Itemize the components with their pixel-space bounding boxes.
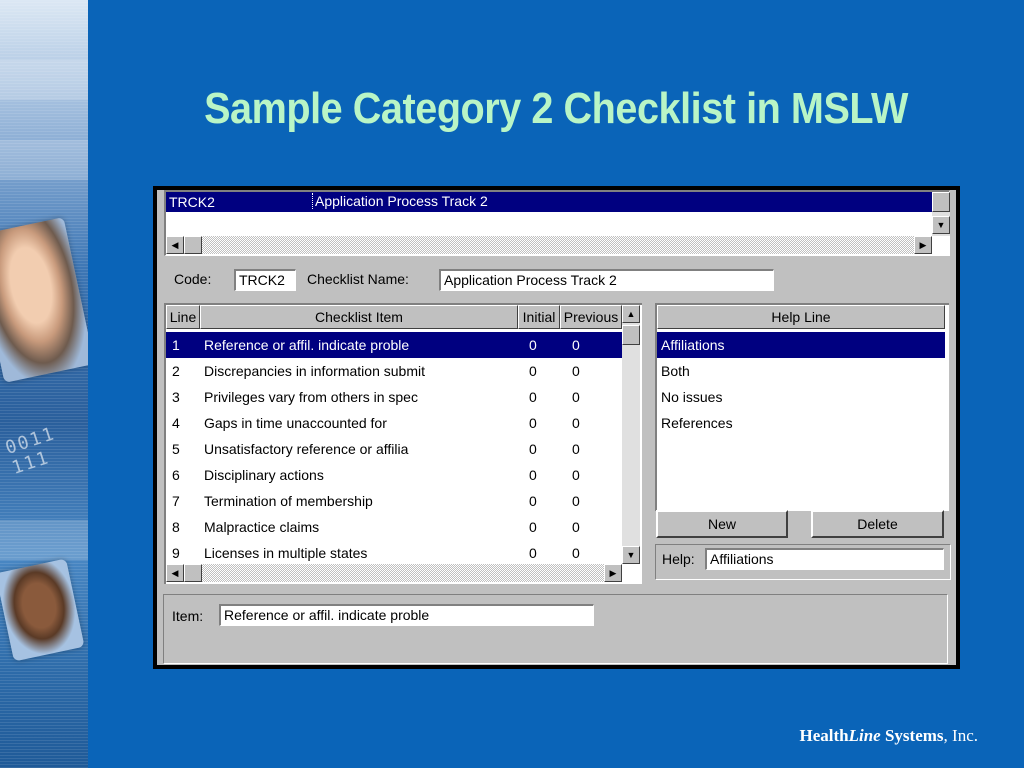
table-row[interactable]: 2 Discrepancies in information submit 0 …	[166, 358, 622, 384]
item-cell: Termination of membership	[204, 493, 373, 509]
item-input[interactable]: Reference or affil. indicate proble	[219, 604, 594, 626]
checklist-code-cell: TRCK2	[169, 194, 215, 210]
scroll-left-icon[interactable]: ◀	[166, 564, 184, 582]
initial-cell: 0	[529, 415, 537, 431]
grid-vertical-scrollbar[interactable]: ▲ ▼	[622, 305, 640, 564]
checklist-name-cell: Application Process Track 2	[312, 193, 488, 209]
line-cell: 9	[172, 545, 180, 561]
previous-cell: 0	[572, 337, 580, 353]
scroll-down-icon[interactable]: ▼	[622, 546, 640, 564]
help-input[interactable]: Affiliations	[705, 548, 944, 570]
list-item[interactable]: No issues	[657, 384, 945, 410]
item-cell: Disciplinary actions	[204, 467, 324, 483]
decorative-photo-strip: 0011 111	[0, 0, 88, 768]
list-item[interactable]: Affiliations	[657, 332, 945, 358]
top-list-scroll-thumb[interactable]	[932, 192, 950, 212]
code-input[interactable]: TRCK2	[234, 269, 296, 291]
initial-cell: 0	[529, 545, 537, 561]
help-item-label: Affiliations	[661, 337, 725, 353]
checklist-items-grid[interactable]: Line Checklist Item Initial Previous 1 R…	[164, 303, 642, 584]
item-cell: Gaps in time unaccounted for	[204, 415, 387, 431]
item-cell: Privileges vary from others in spec	[204, 389, 418, 405]
slide-title: Sample Category 2 Checklist in MSLW	[204, 84, 908, 133]
initial-cell: 0	[529, 519, 537, 535]
item-cell: Discrepancies in information submit	[204, 363, 425, 379]
checklist-name-label: Checklist Name:	[307, 271, 409, 287]
initial-cell: 0	[529, 363, 537, 379]
scroll-down-icon[interactable]: ▼	[932, 216, 950, 234]
scroll-right-icon[interactable]: ▶	[604, 564, 622, 582]
help-item-label: No issues	[661, 389, 723, 405]
new-button[interactable]: New	[656, 510, 788, 538]
brand-health: Health	[799, 726, 849, 745]
line-cell: 5	[172, 441, 180, 457]
help-line-list[interactable]: Help Line Affiliations Both No issues Re…	[655, 303, 949, 511]
table-row[interactable]: 7 Termination of membership 0 0	[166, 488, 622, 514]
table-row[interactable]: 5 Unsatisfactory reference or affilia 0 …	[166, 436, 622, 462]
item-cell: Malpractice claims	[204, 519, 320, 535]
checklist-name-input[interactable]: Application Process Track 2	[439, 269, 774, 291]
column-header-initial[interactable]: Initial	[518, 305, 560, 329]
previous-cell: 0	[572, 415, 580, 431]
line-cell: 7	[172, 493, 180, 509]
help-item-label: References	[661, 415, 733, 431]
previous-cell: 0	[572, 441, 580, 457]
checklist-list-selected-row[interactable]: TRCK2 Application Process Track 2	[166, 192, 932, 212]
delete-button[interactable]: Delete	[811, 510, 944, 538]
previous-cell: 0	[572, 389, 580, 405]
top-list-hscroll-thumb[interactable]	[184, 236, 202, 254]
line-cell: 2	[172, 363, 180, 379]
top-list-vertical-scrollbar[interactable]: ▼	[932, 192, 950, 236]
initial-cell: 0	[529, 441, 537, 457]
table-row[interactable]: 9 Licenses in multiple states 0 0	[166, 540, 622, 566]
table-row[interactable]: 1 Reference or affil. indicate proble 0 …	[166, 332, 622, 358]
column-header-help-line[interactable]: Help Line	[657, 305, 945, 329]
column-header-line[interactable]: Line	[166, 305, 200, 329]
checklist-list[interactable]: TRCK2 Application Process Track 2 ▼ ◀ ▶	[164, 190, 950, 256]
company-footer: HealthLine Systems, Inc.	[800, 726, 979, 746]
grid-horizontal-scrollbar[interactable]: ◀ ▶	[166, 564, 622, 582]
line-cell: 3	[172, 389, 180, 405]
scroll-up-icon[interactable]: ▲	[622, 305, 640, 323]
previous-cell: 0	[572, 467, 580, 483]
table-row[interactable]: 3 Privileges vary from others in spec 0 …	[166, 384, 622, 410]
code-label: Code:	[174, 271, 212, 287]
brand-systems: Systems	[880, 726, 944, 745]
line-cell: 4	[172, 415, 180, 431]
initial-cell: 0	[529, 493, 537, 509]
table-row[interactable]: 8 Malpractice claims 0 0	[166, 514, 622, 540]
previous-cell: 0	[572, 363, 580, 379]
scroll-right-icon[interactable]: ▶	[914, 236, 932, 254]
line-cell: 8	[172, 519, 180, 535]
help-item-label: Both	[661, 363, 690, 379]
initial-cell: 0	[529, 467, 537, 483]
previous-cell: 0	[572, 545, 580, 561]
initial-cell: 0	[529, 337, 537, 353]
initial-cell: 0	[529, 389, 537, 405]
line-cell: 1	[172, 337, 180, 353]
table-row[interactable]: 4 Gaps in time unaccounted for 0 0	[166, 410, 622, 436]
item-cell: Licenses in multiple states	[204, 545, 368, 561]
column-header-checklist-item[interactable]: Checklist Item	[200, 305, 518, 329]
help-label: Help:	[662, 551, 695, 567]
column-header-previous[interactable]: Previous	[560, 305, 622, 329]
top-list-horizontal-scrollbar[interactable]: ◀ ▶	[166, 236, 932, 254]
list-item[interactable]: References	[657, 410, 945, 436]
grid-hscroll-thumb[interactable]	[184, 564, 202, 582]
line-cell: 6	[172, 467, 180, 483]
brand-suffix: , Inc.	[943, 726, 978, 745]
previous-cell: 0	[572, 519, 580, 535]
item-cell: Unsatisfactory reference or affilia	[204, 441, 409, 457]
item-cell: Reference or affil. indicate proble	[204, 337, 410, 353]
item-label: Item:	[172, 608, 204, 624]
grid-scroll-thumb[interactable]	[622, 325, 640, 345]
table-row[interactable]: 6 Disciplinary actions 0 0	[166, 462, 622, 488]
brand-line: Line	[848, 726, 881, 745]
list-item[interactable]: Both	[657, 358, 945, 384]
scroll-left-icon[interactable]: ◀	[166, 236, 184, 254]
previous-cell: 0	[572, 493, 580, 509]
